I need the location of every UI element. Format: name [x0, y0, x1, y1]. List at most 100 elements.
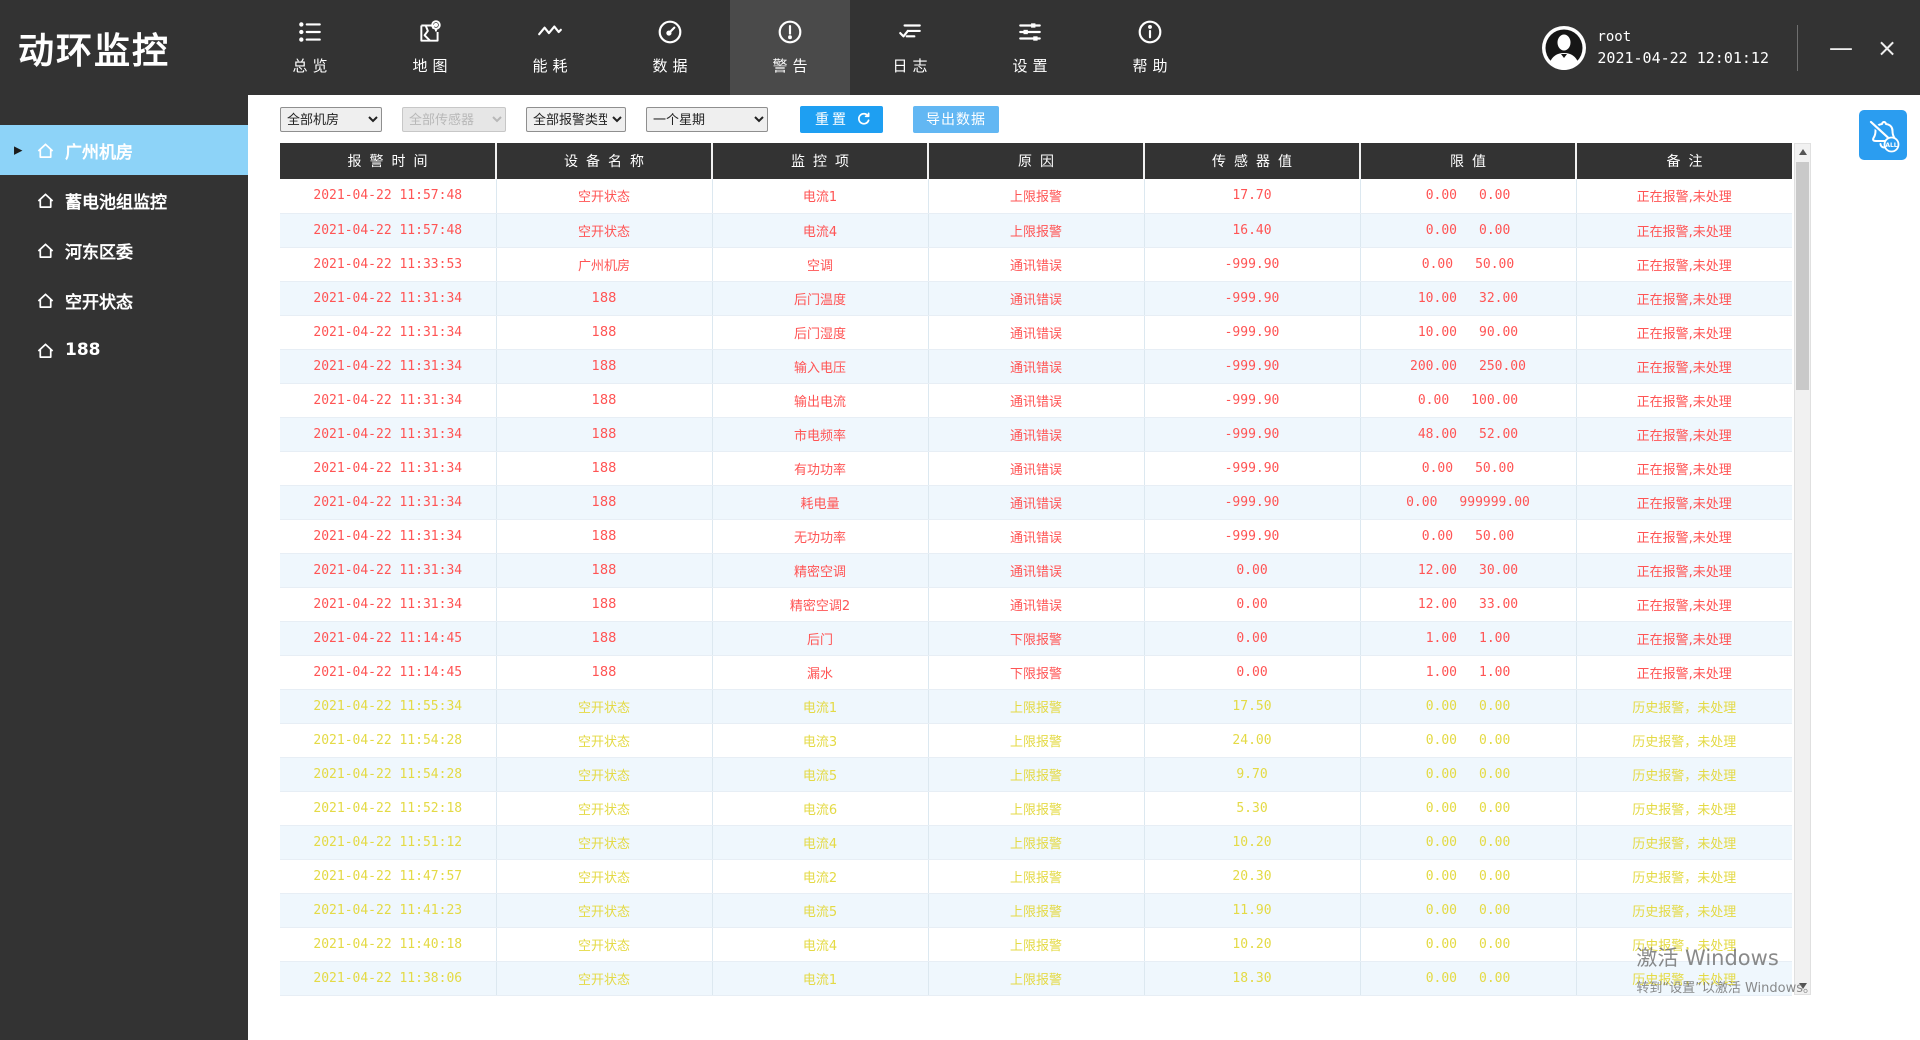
sidebar-item-breaker-status[interactable]: 空开状态 — [0, 275, 248, 325]
cell-sensor-value: 0.00 — [1144, 655, 1361, 690]
table-row[interactable]: 2021-04-22 11:31:34 188 有功功率 通讯错误 -999.90 0.0… — [280, 451, 1792, 486]
nav-item-help[interactable]: 帮助 — [1090, 0, 1210, 95]
nav-item-settings[interactable]: 设置 — [970, 0, 1090, 95]
limit-high: 0.00 — [1479, 698, 1511, 714]
table-row[interactable]: 2021-04-22 11:33:53 广州机房 空调 通讯错误 -999.90 0.00… — [280, 247, 1792, 282]
nav-item-data[interactable]: 数据 — [610, 0, 730, 95]
sidebar-item-battery-monitor[interactable]: 蓄电池组监控 — [0, 175, 248, 225]
reset-button[interactable]: 重置 — [800, 105, 883, 133]
cell-alarm-time: 2021-04-22 11:51:12 — [280, 825, 497, 860]
table-row[interactable]: 2021-04-22 11:40:18 空开状态 电流4 上限报警 10.20 0.00 0… — [280, 927, 1792, 962]
table-row[interactable]: 2021-04-22 11:57:48 空开状态 电流1 上限报警 17.70 0.00 0… — [280, 179, 1792, 214]
avatar-icon[interactable] — [1541, 25, 1587, 71]
minimize-button[interactable]: — — [1818, 0, 1864, 95]
cell-alarm-time: 2021-04-22 11:41:23 — [280, 893, 497, 928]
cell-note: 正在报警,未处理 — [1576, 519, 1792, 554]
sidebar-item-hedong[interactable]: 河东区委 — [0, 225, 248, 275]
table-row[interactable]: 2021-04-22 11:38:06 空开状态 电流1 上限报警 18.30 0.00 0… — [280, 961, 1792, 996]
cell-note: 正在报警,未处理 — [1576, 281, 1792, 316]
cell-reason: 通讯错误 — [928, 519, 1145, 554]
table-row[interactable]: 2021-04-22 11:14:45 188 后门 下限报警 0.00 1.00 1.00… — [280, 621, 1792, 656]
sensor-filter-select[interactable]: 全部传感器 — [402, 106, 506, 132]
table-row[interactable]: 2021-04-22 11:31:34 188 输入电压 通讯错误 -999.90 200… — [280, 349, 1792, 384]
cell-limit: 0.00 0.00 — [1360, 927, 1577, 962]
cell-note: 正在报警,未处理 — [1576, 315, 1792, 350]
nav-item-energy[interactable]: 能耗 — [490, 0, 610, 95]
cell-device-name: 188 — [496, 587, 713, 622]
limit-low: 0.00 — [1425, 222, 1457, 238]
cell-note: 正在报警,未处理 — [1576, 349, 1792, 384]
cell-limit: 0.00 999999.00 — [1360, 485, 1577, 520]
cell-reason: 上限报警 — [928, 893, 1145, 928]
table-row[interactable]: 2021-04-22 11:31:34 188 后门湿度 通讯错误 -999.90 10.… — [280, 315, 1792, 350]
scrollbar-thumb[interactable] — [1796, 162, 1809, 390]
limit-high: 0.00 — [1479, 834, 1511, 850]
table-row[interactable]: 2021-04-22 11:47:57 空开状态 电流2 上限报警 20.30 0.00 0… — [280, 859, 1792, 894]
limit-high: 999999.00 — [1459, 494, 1530, 510]
table-row[interactable]: 2021-04-22 11:31:34 188 无功功率 通讯错误 -999.90 0.0… — [280, 519, 1792, 554]
table-row[interactable]: 2021-04-22 11:54:28 空开状态 电流5 上限报警 9.70 0.00 0.… — [280, 757, 1792, 792]
cell-limit: 1.00 1.00 — [1360, 655, 1577, 690]
limit-low: 0.00 — [1425, 936, 1457, 952]
user-datetime: 2021-04-22 12:01:12 — [1597, 48, 1769, 67]
cell-reason: 通讯错误 — [928, 417, 1145, 452]
col-reason: 原因 — [928, 143, 1145, 179]
cell-limit: 0.00 0.00 — [1360, 961, 1577, 996]
nav-label: 帮助 — [1132, 57, 1173, 75]
nav-item-map[interactable]: 地图 — [370, 0, 490, 95]
cell-limit: 0.00 50.00 — [1360, 451, 1577, 486]
cell-sensor-value: 9.70 — [1144, 757, 1361, 792]
cell-limit: 0.00 0.00 — [1360, 825, 1577, 860]
help-icon — [1137, 19, 1163, 45]
table-row[interactable]: 2021-04-22 11:41:23 空开状态 电流5 上限报警 11.90 0.00 0… — [280, 893, 1792, 928]
table-row[interactable]: 2021-04-22 11:31:34 188 市电频率 通讯错误 -999.90 48.… — [280, 417, 1792, 452]
close-button[interactable]: × — [1864, 0, 1910, 95]
scrollbar-down-arrow-icon[interactable] — [1795, 978, 1810, 994]
nav-item-log[interactable]: 日志 — [850, 0, 970, 95]
mute-all-alarms-button[interactable]: ALL — [1859, 110, 1907, 160]
room-filter-select[interactable]: 全部机房 — [280, 106, 382, 132]
time-range-filter-select[interactable]: 一个星期 — [646, 106, 768, 132]
cell-monitor-item: 电流2 — [712, 859, 929, 894]
cell-device-name: 空开状态 — [496, 791, 713, 826]
cell-limit: 48.00 52.00 — [1360, 417, 1577, 452]
nav-item-overview[interactable]: 总览 — [250, 0, 370, 95]
cell-alarm-time: 2021-04-22 11:14:45 — [280, 655, 497, 690]
table-row[interactable]: 2021-04-22 11:14:45 188 漏水 下限报警 0.00 1.00 1.00… — [280, 655, 1792, 690]
table-row[interactable]: 2021-04-22 11:31:34 188 输出电流 通讯错误 -999.90 0.0… — [280, 383, 1792, 418]
table-row[interactable]: 2021-04-22 11:31:34 188 耗电量 通讯错误 -999.90 0.00… — [280, 485, 1792, 520]
table-row[interactable]: 2021-04-22 11:55:34 空开状态 电流1 上限报警 17.50 0.00 0… — [280, 689, 1792, 724]
limit-high: 50.00 — [1475, 256, 1515, 272]
table-row[interactable]: 2021-04-22 11:31:34 188 精密空调 通讯错误 0.00 12.00 3… — [280, 553, 1792, 588]
cell-sensor-value: 0.00 — [1144, 553, 1361, 588]
export-data-button[interactable]: 导出数据 — [913, 105, 999, 133]
reset-button-label: 重置 — [815, 111, 849, 127]
cell-alarm-time: 2021-04-22 11:31:34 — [280, 519, 497, 554]
cell-alarm-time: 2021-04-22 11:31:34 — [280, 451, 497, 486]
sidebar-item-188[interactable]: 188 — [0, 325, 248, 375]
limit-high: 50.00 — [1475, 528, 1515, 544]
limit-low: 0.00 — [1421, 460, 1454, 476]
table-row[interactable]: 2021-04-22 11:51:12 空开状态 电流4 上限报警 10.20 0.00 0… — [280, 825, 1792, 860]
limit-low: 0.00 — [1425, 834, 1457, 850]
cell-sensor-value: -999.90 — [1144, 315, 1361, 350]
vertical-scrollbar[interactable] — [1794, 143, 1811, 995]
nav-item-alarm[interactable]: 警告 — [730, 0, 850, 95]
table-row[interactable]: 2021-04-22 11:31:34 188 后门温度 通讯错误 -999.90 10.… — [280, 281, 1792, 316]
limit-high: 0.00 — [1479, 732, 1511, 748]
cell-alarm-time: 2021-04-22 11:57:48 — [280, 213, 497, 248]
alarm-type-filter-select[interactable]: 全部报警类型 — [526, 106, 626, 132]
table-row[interactable]: 2021-04-22 11:57:48 空开状态 电流4 上限报警 16.40 0.00 0… — [280, 213, 1792, 248]
table-row[interactable]: 2021-04-22 11:54:28 空开状态 电流3 上限报警 24.00 0.00 0… — [280, 723, 1792, 758]
scrollbar-up-arrow-icon[interactable] — [1795, 144, 1810, 160]
cell-note: 正在报警,未处理 — [1576, 213, 1792, 248]
cell-note: 正在报警,未处理 — [1576, 247, 1792, 282]
cell-sensor-value: -999.90 — [1144, 485, 1361, 520]
map-icon — [417, 19, 443, 45]
table-row[interactable]: 2021-04-22 11:31:34 188 精密空调2 通讯错误 0.00 12.00… — [280, 587, 1792, 622]
cell-alarm-time: 2021-04-22 11:31:34 — [280, 553, 497, 588]
cell-reason: 通讯错误 — [928, 315, 1145, 350]
table-row[interactable]: 2021-04-22 11:52:18 空开状态 电流6 上限报警 5.30 0.00 0.… — [280, 791, 1792, 826]
sidebar-item-guangzhou-room[interactable]: ▶ 广州机房 — [0, 125, 248, 175]
alarm-table: 报警时间 设备名称 监控项 原因 传感器值 限值 备注 2021-04-22 1… — [280, 143, 1792, 996]
